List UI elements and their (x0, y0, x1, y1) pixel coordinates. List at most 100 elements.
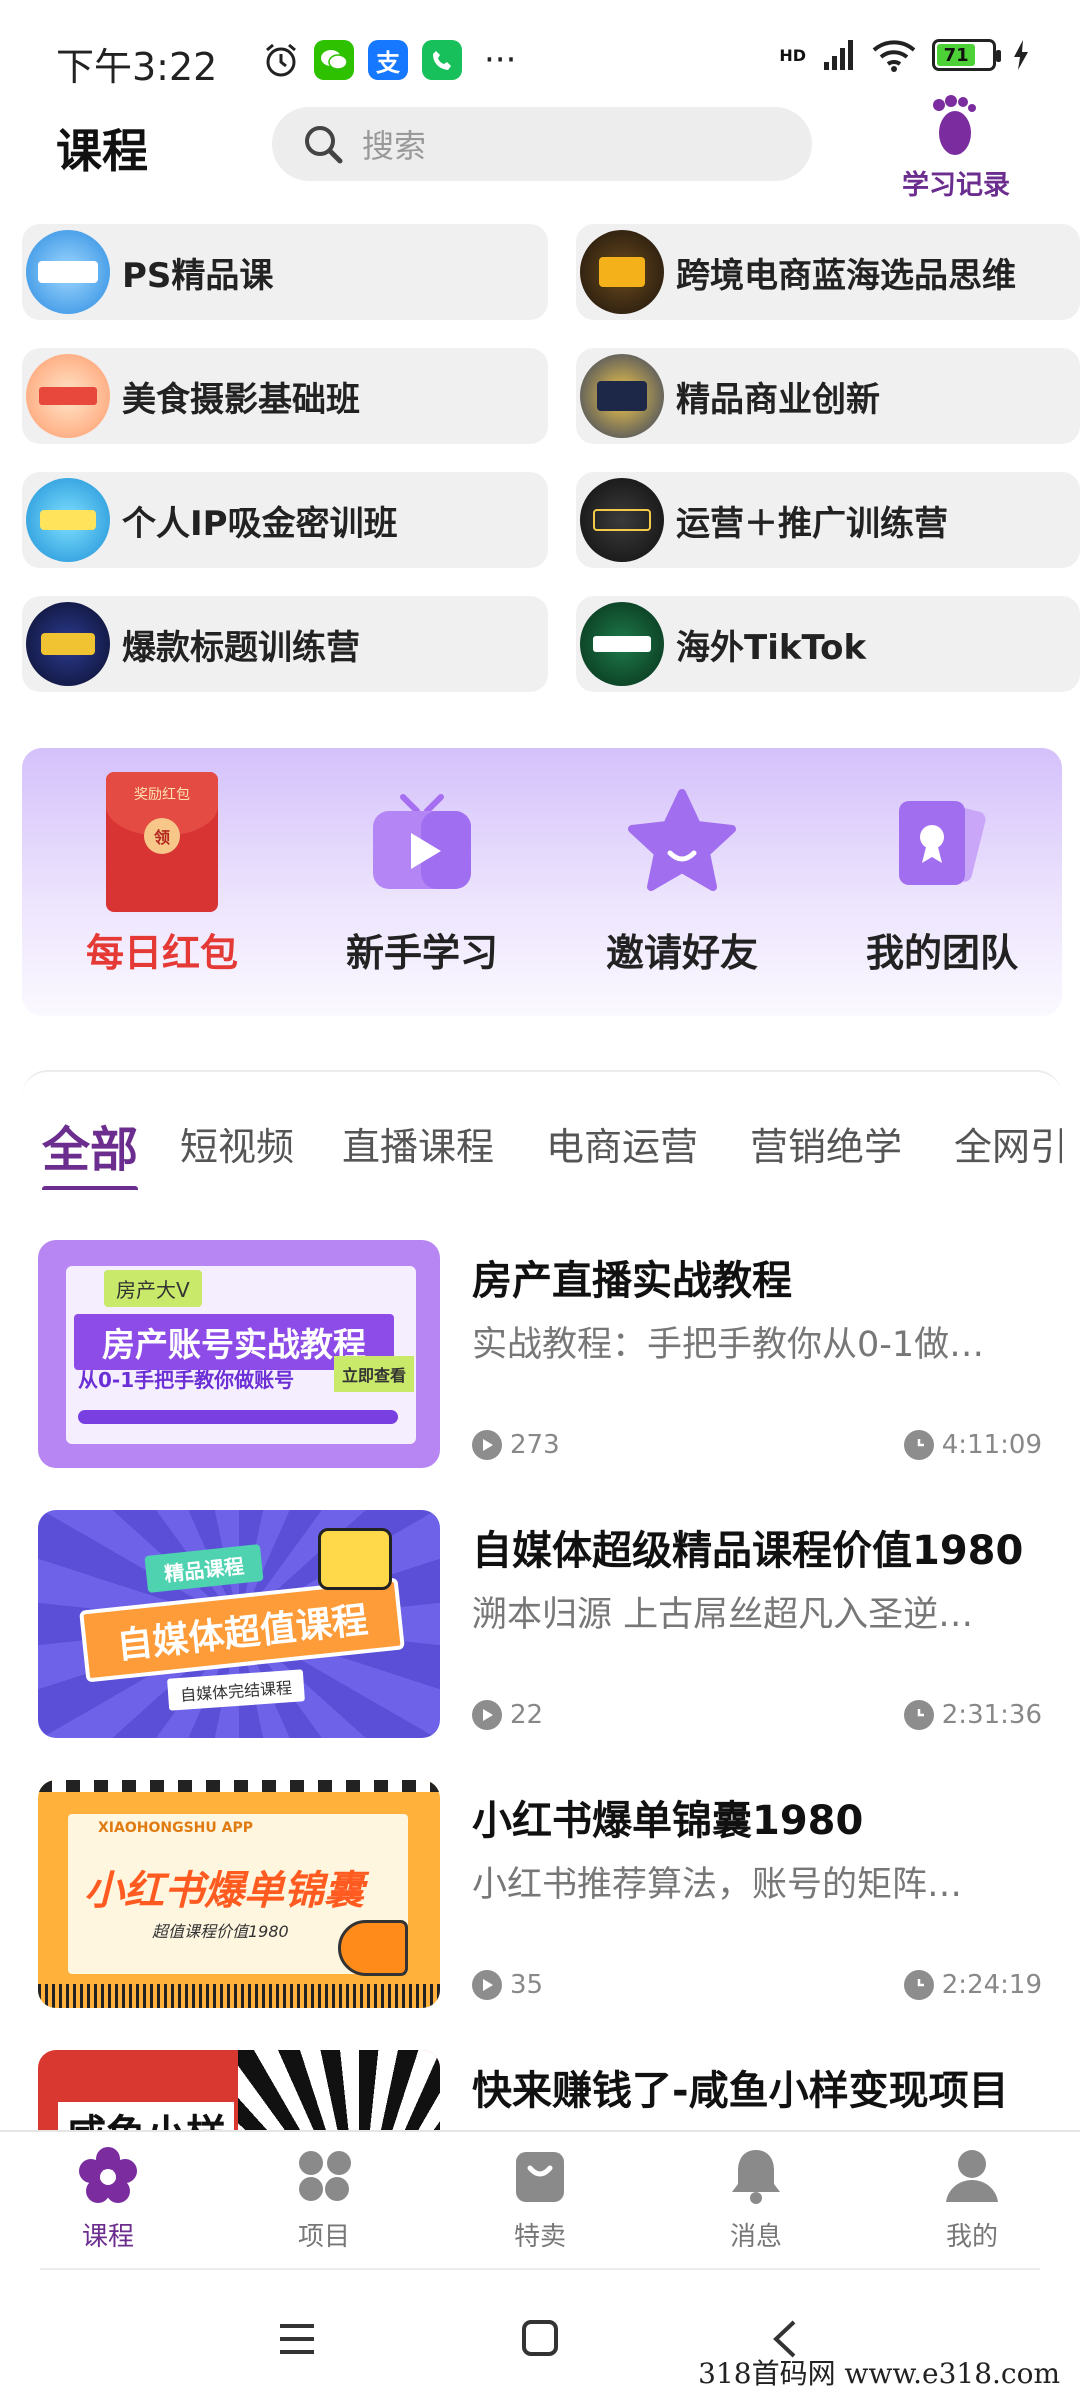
phone-app-icon (422, 40, 462, 80)
course-thumb (580, 602, 664, 686)
clock-icon (903, 1970, 934, 2000)
nav-profile[interactable]: 我的 (897, 2146, 1047, 2253)
course-item[interactable]: 美食摄影基础班 (22, 348, 548, 444)
feature-label: 每日红包 (85, 931, 238, 975)
tab-all[interactable]: 全部 (42, 1110, 139, 1190)
course-item[interactable]: PS精品课 (22, 224, 548, 320)
tab-marketing[interactable]: 营销绝学 (750, 1116, 902, 1171)
nav-label: 项目 (297, 2222, 350, 2252)
course-name: 海外TikTok (676, 627, 867, 668)
top-header: 课程 搜索 学习记录 (0, 95, 1080, 215)
course-cover: XIAOHONGSHU APP 小红书爆单锦囊 超值课程价值1980 (38, 1780, 440, 2008)
network-label: HD (779, 45, 806, 65)
bell-icon (732, 2150, 780, 2204)
list-item[interactable]: XIAOHONGSHU APP 小红书爆单锦囊 超值课程价值1980 小红书爆单… (38, 1780, 1048, 2012)
signal-icon (824, 40, 853, 70)
nav-label: 课程 (81, 2222, 134, 2252)
item-description: 小红书推荐算法，账号的矩阵… (472, 1865, 963, 1905)
notification-icons: 支 ··· (262, 40, 516, 80)
course-item[interactable]: 海外TikTok (576, 596, 1080, 692)
course-thumb (580, 354, 664, 438)
wifi-icon (872, 40, 916, 72)
view-count: 273 (472, 1430, 560, 1460)
tab-live-course[interactable]: 直播课程 (342, 1116, 494, 1171)
course-name: 精品商业创新 (676, 379, 880, 420)
status-time: 下午3:22 (56, 45, 218, 89)
course-name: 跨境电商蓝海选品思维 (676, 255, 1016, 296)
course-item[interactable]: 精品商业创新 (576, 348, 1080, 444)
course-item[interactable]: 运营＋推广训练营 (576, 472, 1080, 568)
course-item[interactable]: 爆款标题训练营 (22, 596, 548, 692)
page-title: 课程 (56, 124, 148, 178)
item-description: 实战教程：手把手教你从0-1做… (472, 1325, 985, 1365)
duration: 2:24:19 (903, 1970, 1042, 2000)
play-icon (472, 1700, 502, 1730)
course-cover: 咸鱼小样 (38, 2050, 440, 2130)
list-item[interactable]: 精品课程 自媒体超值课程 自媒体完结课程 自媒体超级精品课程价值1980 溯本归… (38, 1510, 1048, 1742)
course-item[interactable]: 个人IP吸金密训班 (22, 472, 548, 568)
search-input[interactable]: 搜索 (272, 107, 812, 181)
alipay-icon: 支 (368, 40, 408, 80)
course-name: PS精品课 (122, 255, 274, 296)
duration: 4:11:09 (903, 1430, 1042, 1460)
beginner-learning-button[interactable]: 新手学习 (302, 772, 542, 977)
course-item[interactable]: 跨境电商蓝海选品思维 (576, 224, 1080, 320)
battery-icon: 71 (932, 39, 1001, 71)
tab-traffic[interactable]: 全网引 (954, 1116, 1062, 1171)
course-cover: 房产大V 房产账号实战教程 从0-1手把手教你做账号 立即查看 (38, 1240, 440, 1468)
nav-sale[interactable]: 特卖 (465, 2146, 615, 2253)
duration: 2:31:36 (903, 1700, 1042, 1730)
my-team-button[interactable]: 我的团队 (822, 772, 1062, 977)
clock-icon (903, 1700, 934, 1730)
bottom-navigation: 课程 项目 特卖 消息 我的 (0, 2130, 1080, 2278)
course-thumb (26, 478, 110, 562)
course-thumb (26, 354, 110, 438)
history-button[interactable]: 学习记录 (886, 95, 1026, 205)
clock-icon (903, 1430, 934, 1460)
nav-label: 我的 (945, 2222, 998, 2252)
play-icon (472, 1970, 502, 2000)
course-name: 爆款标题训练营 (122, 627, 360, 668)
item-title: 快来赚钱了-咸鱼小样变现项目 (472, 2068, 1009, 2114)
home-icon[interactable] (520, 2318, 560, 2358)
history-label: 学习记录 (902, 170, 1010, 201)
item-title: 房产直播实战教程 (472, 1258, 792, 1304)
course-name: 运营＋推广训练营 (676, 503, 948, 544)
search-placeholder: 搜索 (362, 127, 427, 165)
person-icon (946, 2150, 998, 2202)
status-bar: 下午3:22 支 ··· HD 71 (0, 0, 1080, 90)
course-category-grid: PS精品课 跨境电商蓝海选品思维 美食摄影基础班 精品商业创新 个人IP吸金密训… (22, 224, 1080, 692)
tab-ecommerce[interactable]: 电商运营 (546, 1116, 698, 1171)
charging-icon (1014, 40, 1028, 70)
list-item[interactable]: 咸鱼小样 快来赚钱了-咸鱼小样变现项目 (38, 2050, 1048, 2130)
nav-courses[interactable]: 课程 (33, 2146, 183, 2253)
redpacket-badge-text: 奖励红包 (134, 787, 190, 803)
item-description: 溯本归源 上古屌丝超凡入圣逆… (472, 1595, 974, 1635)
nav-projects[interactable]: 项目 (249, 2146, 399, 2253)
daily-redpacket-button[interactable]: 奖励红包 领 每日红包 (42, 772, 282, 977)
item-title: 小红书爆单锦囊1980 (472, 1798, 864, 1844)
item-title: 自媒体超级精品课程价值1980 (472, 1528, 1024, 1574)
feature-banner: 奖励红包 领 每日红包 新手学习 邀请好友 我的团队 (22, 748, 1062, 1016)
nav-messages[interactable]: 消息 (681, 2146, 831, 2253)
footprint-icon (933, 95, 976, 155)
course-thumb (26, 602, 110, 686)
star-icon (612, 772, 752, 912)
list-item[interactable]: 房产大V 房产账号实战教程 从0-1手把手教你做账号 立即查看 房产直播实战教程… (38, 1240, 1048, 1472)
course-thumb (580, 478, 664, 562)
feature-label: 邀请好友 (605, 931, 758, 975)
tab-short-video[interactable]: 短视频 (180, 1116, 294, 1171)
video-play-icon (352, 772, 492, 912)
course-name: 美食摄影基础班 (122, 379, 360, 420)
course-thumb (26, 230, 110, 314)
course-name: 个人IP吸金密训班 (122, 503, 398, 544)
view-count: 22 (472, 1700, 543, 1730)
nav-label: 特卖 (513, 2222, 566, 2252)
invite-friends-button[interactable]: 邀请好友 (562, 772, 802, 977)
system-navigation-bar: 318首码网 www.e318.com (0, 2278, 1080, 2400)
grid-icon (299, 2151, 351, 2201)
course-thumb (580, 230, 664, 314)
course-cover: 精品课程 自媒体超值课程 自媒体完结课程 (38, 1510, 440, 1738)
menu-icon[interactable] (276, 2318, 318, 2360)
more-icon: ··· (484, 40, 517, 80)
